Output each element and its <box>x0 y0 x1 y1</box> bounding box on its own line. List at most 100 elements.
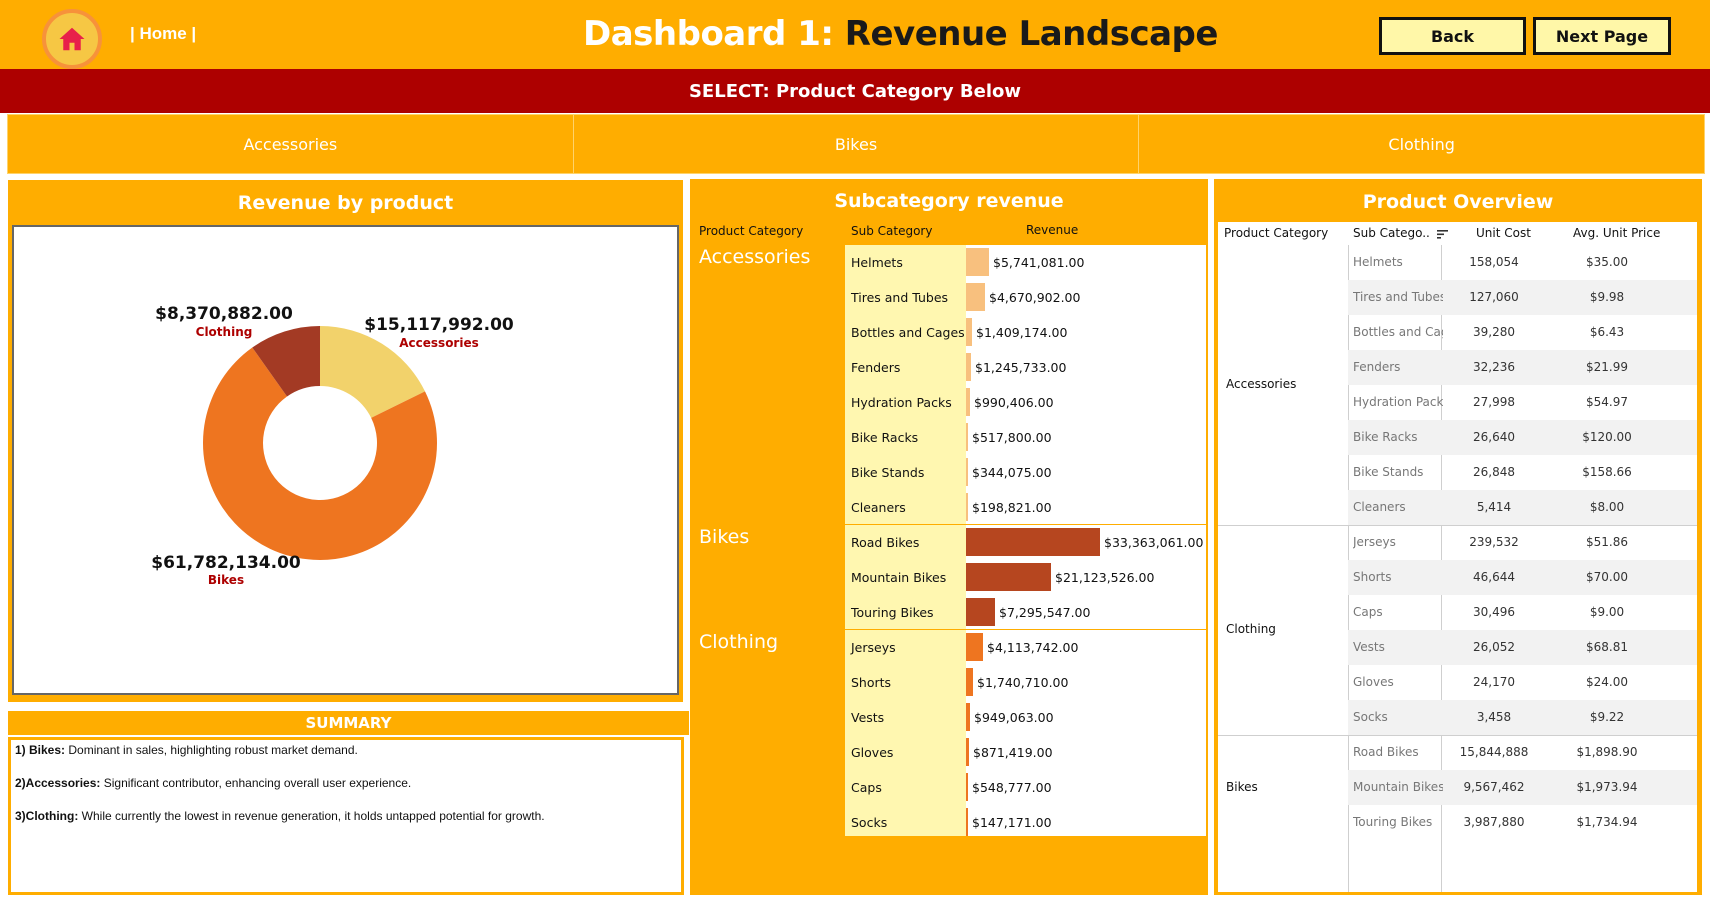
revenue-bar[interactable] <box>966 318 972 346</box>
revenue-bar[interactable] <box>966 493 968 521</box>
sub-category-cell: Road Bikes <box>1353 745 1419 759</box>
page-title-main: Revenue Landscape <box>844 14 1219 54</box>
revenue-bar[interactable] <box>966 808 968 836</box>
col-header-product-category: Product Category <box>1224 226 1329 240</box>
avg-unit-price-cell: $68.81 <box>1586 640 1628 654</box>
col-header-sub-category-label: Sub Catego.. <box>1353 226 1430 240</box>
col-header-sub-category: Sub Category <box>851 224 933 238</box>
col-header-unit-cost: Unit Cost <box>1476 226 1531 240</box>
revenue-bar[interactable] <box>966 668 973 696</box>
unit-cost-cell: 46,644 <box>1473 570 1515 584</box>
revenue-bar[interactable] <box>966 248 989 276</box>
subcategory-label: Socks <box>851 815 888 830</box>
revenue-value: $7,295,547.00 <box>999 605 1091 620</box>
unit-cost-cell: 127,060 <box>1469 290 1519 304</box>
unit-cost-cell: 32,236 <box>1473 360 1515 374</box>
summary-title: SUMMARY <box>8 711 689 735</box>
revenue-bar[interactable] <box>966 458 968 486</box>
revenue-bar[interactable] <box>966 423 968 451</box>
revenue-bar[interactable] <box>966 563 1051 591</box>
sort-icon[interactable] <box>1436 229 1449 239</box>
subcategory-label: Bike Racks <box>851 430 919 445</box>
category-filter-clothing[interactable]: Clothing <box>1139 115 1704 173</box>
revenue-bar[interactable] <box>966 598 995 626</box>
revenue-bar[interactable] <box>966 703 970 731</box>
subcategory-revenue-panel: Subcategory revenue Product Category Sub… <box>690 179 1208 895</box>
subcategory-revenue-title: Subcategory revenue <box>834 190 1064 212</box>
avg-unit-price-cell: $120.00 <box>1582 430 1632 444</box>
donut-chart: $15,117,992.00Accessories $61,782,134.00B… <box>151 304 514 587</box>
sub-category-cell: Vests <box>1353 640 1385 654</box>
home-link[interactable]: | Home | <box>130 24 196 44</box>
revenue-value: $33,363,061.00 <box>1104 535 1204 550</box>
sub-category-cell: Helmets <box>1353 255 1403 269</box>
donut-value-label: $15,117,992.00 <box>364 315 514 335</box>
next-page-button[interactable]: Next Page <box>1533 17 1671 55</box>
unit-cost-cell: 26,848 <box>1473 465 1515 479</box>
back-button[interactable]: Back <box>1379 17 1526 55</box>
sub-category-cell: Gloves <box>1353 675 1394 689</box>
revenue-value: $1,409,174.00 <box>976 325 1068 340</box>
category-filter-bikes[interactable]: Bikes <box>574 115 1140 173</box>
avg-unit-price-cell: $54.97 <box>1586 395 1628 409</box>
revenue-value: $1,740,710.00 <box>977 675 1069 690</box>
revenue-value: $871,419.00 <box>973 745 1053 760</box>
product-category-cell: Clothing <box>1226 622 1276 636</box>
revenue-bar[interactable] <box>966 773 968 801</box>
sub-category-cell: Jerseys <box>1353 535 1396 549</box>
unit-cost-cell: 24,170 <box>1473 675 1515 689</box>
col-header-product-category: Product Category <box>699 224 804 238</box>
revenue-value: $344,075.00 <box>972 465 1052 480</box>
revenue-value: $1,245,733.00 <box>975 360 1067 375</box>
unit-cost-cell: 39,280 <box>1473 325 1515 339</box>
product-overview-title: Product Overview <box>1362 191 1554 213</box>
revenue-bar[interactable] <box>966 353 971 381</box>
revenue-value: $5,741,081.00 <box>993 255 1085 270</box>
category-label: Bikes <box>699 526 750 548</box>
summary-item: 2)Accessories: Significant contributor, … <box>15 776 412 790</box>
revenue-bar[interactable] <box>966 528 1100 556</box>
unit-cost-cell: 9,567,462 <box>1463 780 1525 794</box>
revenue-by-product-panel: Revenue by product $15,117,992.00 Accesso… <box>8 180 683 702</box>
sub-category-cell: Shorts <box>1353 570 1392 584</box>
avg-unit-price-cell: $70.00 <box>1586 570 1628 584</box>
revenue-bar[interactable] <box>966 283 985 311</box>
col-header-sub-category[interactable]: Sub Catego.. <box>1353 222 1449 245</box>
sub-category-cell: Cleaners <box>1353 500 1406 514</box>
unit-cost-cell: 26,640 <box>1473 430 1515 444</box>
revenue-bar[interactable] <box>966 633 983 661</box>
revenue-value: $4,113,742.00 <box>987 640 1079 655</box>
unit-cost-cell: 26,052 <box>1473 640 1515 654</box>
revenue-value: $548,777.00 <box>972 780 1052 795</box>
avg-unit-price-cell: $158.66 <box>1582 465 1632 479</box>
revenue-bar[interactable] <box>966 388 970 416</box>
select-banner: SELECT: Product Category Below <box>0 69 1710 113</box>
category-filter: Accessories Bikes Clothing <box>7 114 1705 174</box>
revenue-value: $198,821.00 <box>972 500 1052 515</box>
avg-unit-price-cell: $8.00 <box>1589 500 1625 514</box>
donut-category-label: Clothing <box>196 325 253 339</box>
sub-category-cell: Tires and Tubes <box>1353 290 1443 304</box>
avg-unit-price-cell: $35.00 <box>1586 255 1628 269</box>
home-button[interactable] <box>42 9 102 69</box>
avg-unit-price-cell: $9.00 <box>1589 605 1625 619</box>
group-separator <box>845 629 1206 630</box>
subcategory-label: Jerseys <box>851 640 896 655</box>
category-filter-accessories[interactable]: Accessories <box>8 115 574 173</box>
sub-category-cell: Bike Stands <box>1353 465 1424 479</box>
unit-cost-cell: 3,987,880 <box>1463 815 1525 829</box>
avg-unit-price-cell: $1,734.94 <box>1576 815 1638 829</box>
subcategory-label: Helmets <box>851 255 903 270</box>
sub-category-cell: Socks <box>1353 710 1388 724</box>
unit-cost-cell: 30,496 <box>1473 605 1515 619</box>
summary-box: 1) Bikes: Dominant in sales, highlightin… <box>8 737 684 895</box>
avg-unit-price-cell: $24.00 <box>1586 675 1628 689</box>
sub-category-cell: Hydration Packs <box>1353 395 1443 409</box>
subcategory-label: Cleaners <box>851 500 906 515</box>
product-category-cell: Bikes <box>1226 779 1258 794</box>
page-title: Dashboard 1: Revenue Landscape <box>583 14 1218 54</box>
summary-item: 1) Bikes: Dominant in sales, highlightin… <box>15 743 358 757</box>
avg-unit-price-cell: $51.86 <box>1586 535 1628 549</box>
sub-category-cell: Bike Racks <box>1353 430 1418 444</box>
revenue-bar[interactable] <box>966 738 969 766</box>
